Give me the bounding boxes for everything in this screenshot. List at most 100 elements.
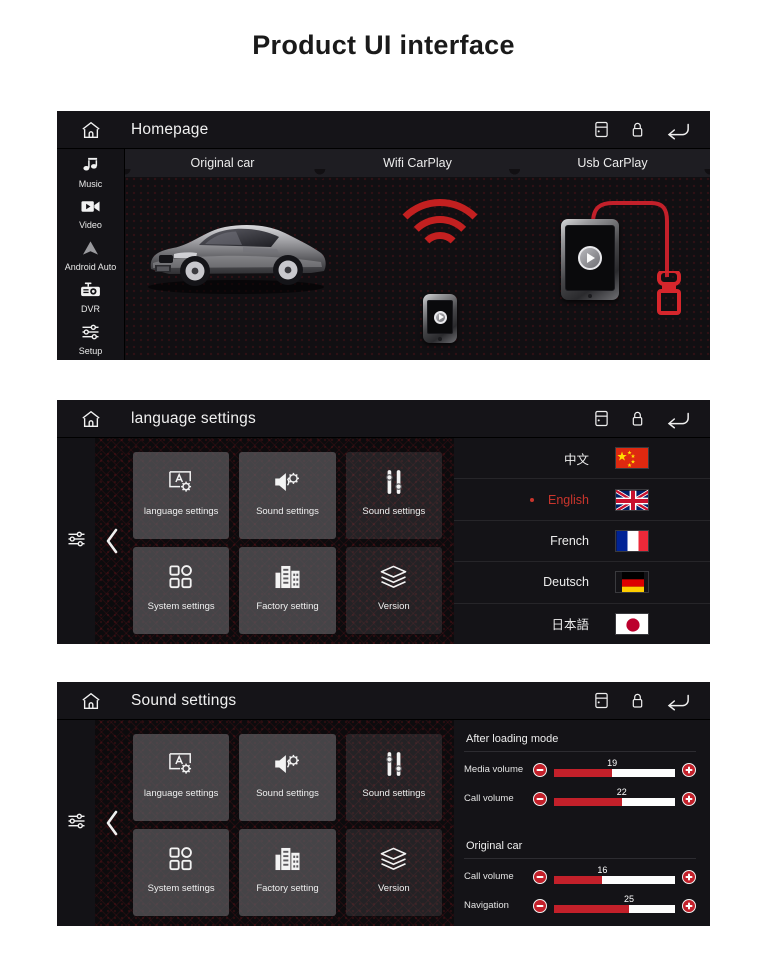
- volume-group-original-car: Original car Call volume 16 Navigation 2…: [464, 837, 696, 920]
- back-arrow-icon[interactable]: [666, 120, 690, 140]
- sidebar-item-dvr[interactable]: DVR: [57, 278, 125, 318]
- divider: [464, 858, 696, 859]
- back-arrow-icon[interactable]: [666, 409, 690, 429]
- home-icon[interactable]: [57, 409, 125, 429]
- flag-japan: [615, 612, 649, 635]
- slider-fill: [554, 875, 603, 884]
- sidebar-item-label: DVR: [80, 304, 100, 315]
- lock-icon[interactable]: [631, 410, 644, 427]
- tile-sound-settings[interactable]: Sound settings: [239, 452, 336, 539]
- settings-rail[interactable]: [57, 720, 95, 926]
- sidebar-item-music[interactable]: Music: [57, 153, 125, 193]
- homepage-body: Music Video Android Auto DVR Setup Origi…: [57, 149, 710, 360]
- homepage-stage: [125, 177, 710, 360]
- volume-slider[interactable]: 22: [554, 787, 675, 808]
- volume-value: 25: [624, 893, 635, 904]
- sound-titlebar-icons: [594, 691, 710, 711]
- decrease-button[interactable]: [533, 791, 547, 806]
- volume-label: Navigation: [464, 900, 509, 911]
- decrease-button[interactable]: [533, 869, 547, 884]
- lock-icon[interactable]: [631, 121, 644, 138]
- dashcam-icon: [80, 282, 101, 303]
- tab-original-car[interactable]: Original car: [125, 149, 320, 177]
- selected-dot: [530, 497, 534, 502]
- layers-icon: [380, 847, 407, 876]
- decrease-button[interactable]: [533, 762, 547, 777]
- tile-equalizer-settings[interactable]: Sound settings: [345, 452, 442, 539]
- increase-button[interactable]: [682, 791, 696, 806]
- homepage-tabs: Original car Wifi CarPlay Usb CarPlay: [125, 149, 710, 179]
- tile-factory-setting[interactable]: Factory setting: [239, 829, 336, 916]
- tile-factory-setting[interactable]: Factory setting: [239, 547, 336, 634]
- increase-button[interactable]: [682, 762, 696, 777]
- settings-rail[interactable]: [57, 438, 95, 644]
- volume-slider[interactable]: 19: [554, 758, 675, 779]
- tile-sound-settings[interactable]: Sound settings: [239, 734, 336, 821]
- language-row-french[interactable]: French: [454, 521, 710, 563]
- tile-version[interactable]: Version: [345, 829, 442, 916]
- flag-uk: [615, 488, 649, 511]
- sidebar-item-label: Music: [78, 179, 103, 190]
- sidebar-item-setup[interactable]: Setup: [57, 320, 125, 360]
- volume-row-navigation: Navigation 25: [464, 891, 696, 920]
- tile-label: Version: [377, 601, 410, 612]
- language-titlebar: language settings: [57, 400, 710, 438]
- slider-fill: [554, 904, 630, 913]
- volume-group-after-loading: After loading mode Media volume 19 Call …: [464, 730, 696, 813]
- volume-group-heading: After loading mode: [466, 733, 559, 745]
- home-icon[interactable]: [57, 120, 125, 140]
- tab-wifi-carplay[interactable]: Wifi CarPlay: [311, 149, 515, 179]
- volume-slider[interactable]: 16: [554, 865, 675, 886]
- tile-label: System settings: [147, 883, 215, 894]
- tile-system-settings[interactable]: System settings: [133, 829, 230, 916]
- home-icon[interactable]: [57, 691, 125, 711]
- volume-slider[interactable]: 25: [554, 893, 675, 915]
- play-icon: [578, 246, 602, 270]
- language-label: English: [548, 492, 589, 507]
- volume-label: Call volume: [464, 793, 514, 804]
- android-auto-icon: [81, 240, 100, 261]
- lock-icon[interactable]: [631, 692, 644, 709]
- volume-row-media: Media volume 19: [464, 755, 696, 784]
- car-coupe-image[interactable]: [143, 207, 329, 295]
- flag-france: [615, 530, 649, 553]
- tile-language-settings[interactable]: language settings: [133, 452, 230, 539]
- tile-system-settings[interactable]: System settings: [133, 547, 230, 634]
- sidebar-item-android-auto[interactable]: Android Auto: [57, 237, 125, 277]
- grid-shapes-icon: [169, 847, 193, 876]
- car-door-icon[interactable]: [594, 121, 609, 138]
- sidebar-item-label: Video: [79, 220, 102, 231]
- language-screen-gear-icon: [168, 470, 194, 499]
- video-camera-icon: [81, 199, 100, 219]
- chevron-left-icon: [106, 810, 118, 836]
- back-chevron-button[interactable]: [95, 720, 129, 926]
- increase-button[interactable]: [682, 898, 696, 913]
- car-door-icon[interactable]: [594, 692, 609, 709]
- slider-fill: [554, 768, 613, 777]
- back-arrow-icon[interactable]: [666, 691, 690, 711]
- language-row-japanese[interactable]: 日本語: [454, 604, 710, 644]
- tile-label: System settings: [147, 601, 215, 612]
- decrease-button[interactable]: [533, 898, 547, 913]
- layers-icon: [380, 565, 407, 594]
- tile-label: Sound settings: [256, 505, 319, 517]
- tab-usb-carplay[interactable]: Usb CarPlay: [506, 149, 710, 179]
- tile-language-settings[interactable]: language settings: [133, 734, 230, 821]
- tile-label: Sound settings: [256, 787, 319, 799]
- language-row-deutsch[interactable]: Deutsch: [454, 562, 710, 604]
- tile-equalizer-settings[interactable]: Sound settings: [345, 734, 442, 821]
- language-row-english[interactable]: English: [454, 479, 710, 521]
- language-row-chinese[interactable]: 中文: [454, 438, 710, 480]
- tile-label: Sound settings: [362, 506, 426, 517]
- tile-version[interactable]: Version: [345, 547, 442, 634]
- increase-button[interactable]: [682, 869, 696, 884]
- sidebar-item-video[interactable]: Video: [57, 195, 125, 235]
- wifi-waves-phone-image[interactable]: [375, 199, 505, 343]
- phone-usb-cable-image[interactable]: [555, 193, 710, 343]
- car-door-icon[interactable]: [594, 410, 609, 427]
- settings-tile-grid: language settings Sound settings Sound s…: [133, 452, 442, 634]
- homepage-titlebar: Homepage: [57, 111, 710, 149]
- equalizer-icon: [383, 470, 405, 499]
- back-chevron-button[interactable]: [95, 438, 129, 644]
- homepage-sidebar: Music Video Android Auto DVR Setup: [57, 149, 125, 360]
